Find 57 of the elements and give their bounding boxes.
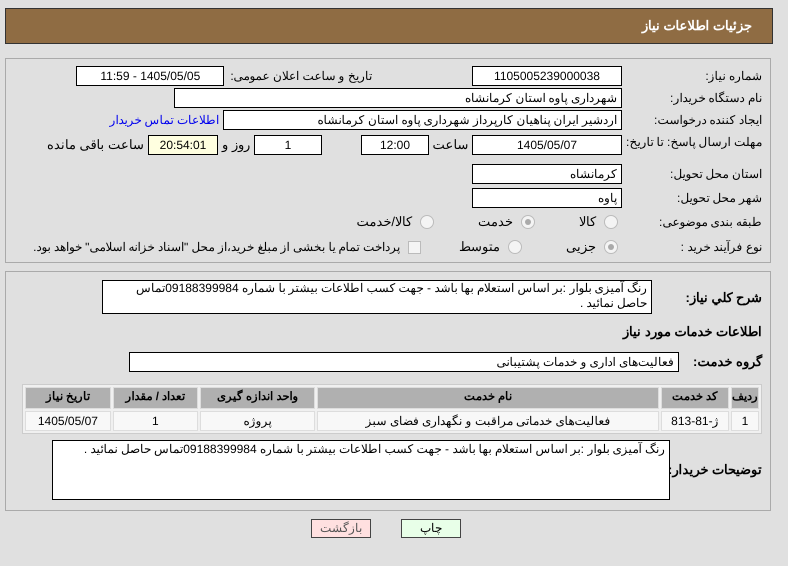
radio-button[interactable] (420, 215, 434, 229)
field-label: تاریخ و ساعت اعلان عمومی: (230, 68, 372, 85)
radio-label: خدمت (478, 213, 513, 232)
text-field[interactable]: 12:00 (361, 135, 429, 155)
field-label: گروه خدمت: (692, 352, 762, 372)
radio-button[interactable] (604, 240, 618, 254)
column-header: تاریخ نیاز (25, 386, 111, 408)
field-label: شرح کلي نیاز: (684, 289, 762, 308)
text-field[interactable]: فعالیت‌های اداری و خدمات پشتیبانی (129, 352, 679, 372)
field-label: نوع فرآیند خرید : (680, 239, 762, 256)
field-label: نام دستگاه خریدار: (668, 90, 762, 107)
text-field[interactable]: 1405/05/05 - 11:59 (76, 66, 224, 86)
column-header: واحد اندازه گیری (200, 386, 316, 408)
description-textarea[interactable]: رنگ آمیزی بلوار :بر اساس استعلام بها باشد - جهت کسب اطلاعات بیشتر با شماره 09188399984تماس حاصل نمائید . (102, 280, 652, 314)
table-cell: فعالیت‌های خدماتی مراقبت و نگهداری فضای سبز (317, 410, 659, 430)
text-field[interactable]: 1405/05/07 (472, 135, 622, 155)
table-cell: 1405/05/07 (25, 410, 111, 430)
text-field[interactable]: شهرداری پاوه استان کرمانشاه (174, 88, 622, 108)
field-label: شماره نیاز: (704, 68, 762, 85)
field-label: روز و (220, 136, 251, 154)
table-cell: ژ-81-813 (660, 410, 729, 430)
page-title: جزئیات اطلاعات نیاز (642, 17, 752, 36)
field-label: طبقه بندی موضوعی: (658, 214, 762, 231)
radio-label: کالا/خدمت (356, 213, 412, 232)
column-header: ردیف (731, 386, 759, 408)
notes-textarea[interactable]: رنگ آمیزی بلوار :بر اساس استعلام بها باشد - جهت کسب اطلاعات بیشتر با شماره 09188399984تماس حاصل نمائید . (52, 440, 670, 500)
text-field[interactable]: 1105005239000038 (472, 66, 622, 86)
back-button[interactable]: بازگشت (311, 518, 371, 538)
table-cell: پروژه (200, 410, 316, 430)
column-header: کد خدمت (660, 386, 729, 408)
table-cell: 1 (112, 410, 198, 430)
contact-link[interactable]: اطلاعات تماس خریدار (109, 111, 219, 129)
field-label: مهلت ارسال پاسخ: تا تاریخ: (624, 135, 762, 149)
field-label: توضیحات خریدار: (670, 460, 762, 480)
radio-button[interactable] (604, 215, 618, 229)
field-label: ساعت باقی مانده (46, 136, 144, 154)
table-cell: 1 (731, 410, 759, 430)
field-label: ساعت (432, 136, 470, 154)
print-button[interactable]: چاپ (401, 518, 461, 538)
field-label: استان محل تحویل: (668, 166, 762, 183)
column-header: نام خدمت (317, 386, 659, 408)
radio-label: جزیی (566, 238, 596, 256)
section-title: اطلاعات خدمات مورد نیاز (621, 323, 762, 342)
radio-button[interactable] (508, 240, 522, 254)
field-label: ایجاد کننده درخواست: (652, 112, 762, 129)
text-field[interactable]: پاوه (472, 188, 622, 208)
radio-label: کالا (579, 213, 596, 232)
text-field[interactable]: 1 (254, 135, 322, 155)
text-field[interactable]: 20:54:01 (148, 135, 218, 155)
text-field[interactable]: اردشیر ایران پناهیان کارپرداز شهرداری پاوه استان کرمانشاه (223, 110, 622, 130)
text-field[interactable]: کرمانشاه (472, 164, 622, 184)
radio-button[interactable] (521, 215, 535, 229)
checkbox[interactable] (408, 240, 421, 254)
column-header: تعداد / مقدار (112, 386, 198, 408)
checkbox-label: پرداخت تمام یا بخشی از مبلغ خرید،از محل "اسناد خزانه اسلامی" خواهد بود. (33, 239, 400, 256)
radio-label: متوسط (459, 238, 500, 256)
field-label: شهر محل تحویل: (676, 190, 762, 207)
